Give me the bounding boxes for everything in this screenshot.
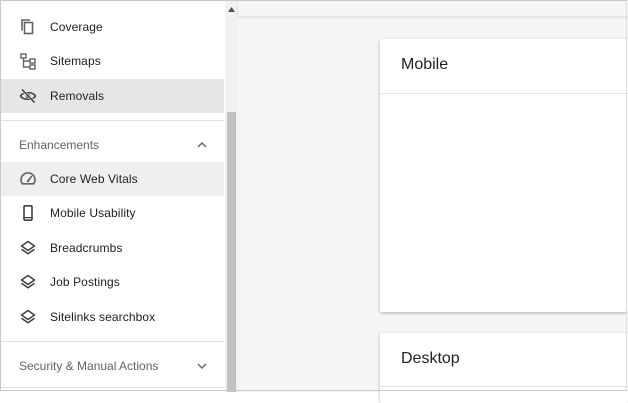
section-label: Enhancements [19,138,100,152]
sidebar-item-label: Removals [50,89,105,103]
top-bar [238,0,628,16]
card-divider [380,93,628,94]
layers-icon [19,308,37,326]
desktop-card: Desktop [380,333,628,403]
sidebar-item-breadcrumbs[interactable]: Breadcrumbs [0,231,224,265]
sidebar-divider [0,387,224,388]
sidebar-divider [0,120,224,121]
sidebar-item-label: Job Postings [50,275,120,289]
layers-icon [19,273,37,291]
sidebar-item-core-web-vitals[interactable]: Core Web Vitals [0,162,224,196]
chevron-up-icon [195,138,209,152]
mobile-phone-icon [19,204,37,222]
main-content: Mobile Desktop [238,0,628,403]
sidebar-item-label: Core Web Vitals [50,172,138,186]
sidebar-item-label: Breadcrumbs [50,241,123,255]
section-label: Security & Manual Actions [19,359,159,373]
removals-eye-off-icon [19,87,37,105]
sidebar-scrollbar[interactable] [225,0,238,392]
scroll-up-arrow-icon[interactable] [225,0,238,18]
sidebar-item-removals[interactable]: Removals [0,79,224,113]
sitemaps-icon [19,52,37,70]
speedometer-icon [19,170,37,188]
sidebar-item-sitemaps[interactable]: Sitemaps [0,44,224,78]
sidebar-item-label: Sitelinks searchbox [50,310,156,324]
section-header-security-manual-actions[interactable]: Security & Manual Actions [0,343,224,389]
top-bar-divider [238,16,628,17]
layers-icon [19,239,37,257]
sidebar-item-label: Coverage [50,20,103,34]
chevron-down-icon [195,359,209,373]
coverage-icon [19,18,37,36]
sidebar-item-sitelinks-searchbox[interactable]: Sitelinks searchbox [0,300,224,334]
sidebar-item-label: Sitemaps [50,54,101,68]
mobile-card: Mobile [380,39,628,312]
card-divider [380,386,628,387]
sidebar-item-label: Mobile Usability [50,206,136,220]
card-title: Mobile [401,56,449,73]
scrollbar-thumb[interactable] [227,112,236,392]
sidebar-divider [0,341,224,342]
sidebar: Coverage Sitemaps Removals Enhancements … [0,0,224,392]
sidebar-item-job-postings[interactable]: Job Postings [0,265,224,299]
sidebar-item-coverage[interactable]: Coverage [0,10,224,44]
card-title: Desktop [401,350,460,367]
sidebar-item-mobile-usability[interactable]: Mobile Usability [0,196,224,230]
